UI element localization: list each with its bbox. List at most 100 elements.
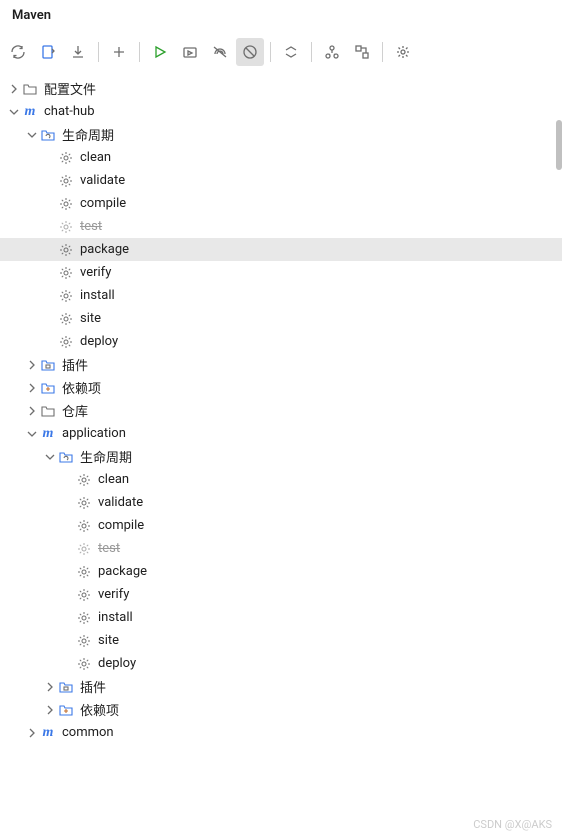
tree-label: chat-hub xyxy=(44,104,95,119)
tree-node-goal-validate[interactable]: validate xyxy=(0,491,562,514)
gear-icon xyxy=(76,541,92,557)
tree-label: 生命周期 xyxy=(80,447,132,466)
tree-node-goal-test[interactable]: test xyxy=(0,215,562,238)
tree-node-goal-deploy[interactable]: deploy xyxy=(0,652,562,675)
tree-label: site xyxy=(80,311,101,326)
generate-sources-button[interactable] xyxy=(34,38,62,66)
chevron-right-icon xyxy=(6,81,22,97)
gear-icon xyxy=(58,150,74,166)
tree-label: test xyxy=(80,219,102,234)
maven-tree: 配置文件 m chat-hub 生命周期 clean validate comp… xyxy=(0,73,562,744)
gear-icon xyxy=(58,311,74,327)
gear-icon xyxy=(76,610,92,626)
add-button[interactable] xyxy=(105,38,133,66)
chevron-spacer xyxy=(60,495,76,511)
folder-icon xyxy=(22,81,38,97)
chevron-spacer xyxy=(60,610,76,626)
run-config-button[interactable] xyxy=(176,38,204,66)
tree-label: deploy xyxy=(98,656,136,671)
tree-label: clean xyxy=(80,150,111,165)
chevron-spacer xyxy=(42,196,58,212)
tree-node-goal-validate[interactable]: validate xyxy=(0,169,562,192)
settings-button[interactable] xyxy=(389,38,417,66)
tree-node-goal-site[interactable]: site xyxy=(0,629,562,652)
maven-module-icon: m xyxy=(22,104,38,120)
offline-button[interactable] xyxy=(206,38,234,66)
tree-label: package xyxy=(98,564,147,579)
run-button[interactable] xyxy=(146,38,174,66)
gear-icon xyxy=(76,633,92,649)
tree-node-module-common[interactable]: m common xyxy=(0,721,562,744)
chevron-spacer xyxy=(60,541,76,557)
tree-node-root[interactable]: m chat-hub xyxy=(0,100,562,123)
tree-node-dependencies[interactable]: 依赖项 xyxy=(0,698,562,721)
tree-node-goal-verify[interactable]: verify xyxy=(0,261,562,284)
tree-label: 插件 xyxy=(62,355,88,374)
chevron-spacer xyxy=(60,587,76,603)
tree-node-goal-clean[interactable]: clean xyxy=(0,468,562,491)
tree-label: site xyxy=(98,633,119,648)
tree-node-plugins[interactable]: 插件 xyxy=(0,675,562,698)
toolbar-separator xyxy=(382,42,383,62)
scrollbar[interactable] xyxy=(556,120,562,170)
gear-icon xyxy=(76,587,92,603)
chevron-down-icon xyxy=(42,449,58,465)
tree-node-lifecycle[interactable]: 生命周期 xyxy=(0,123,562,146)
skip-tests-button[interactable] xyxy=(236,38,264,66)
tree-label: install xyxy=(98,610,133,625)
tree-node-module-application[interactable]: m application xyxy=(0,422,562,445)
tree-label: 配置文件 xyxy=(44,79,96,98)
gear-icon xyxy=(58,196,74,212)
tree-node-goal-verify[interactable]: verify xyxy=(0,583,562,606)
chevron-spacer xyxy=(42,242,58,258)
plugin-folder-icon xyxy=(40,357,56,373)
toolbar-separator xyxy=(98,42,99,62)
tree-node-goal-clean[interactable]: clean xyxy=(0,146,562,169)
tree-node-goal-compile[interactable]: compile xyxy=(0,192,562,215)
chevron-down-icon xyxy=(24,127,40,143)
tree-node-goal-install[interactable]: install xyxy=(0,606,562,629)
chevron-spacer xyxy=(60,564,76,580)
tree-node-repositories[interactable]: 仓库 xyxy=(0,399,562,422)
chevron-down-icon xyxy=(24,426,40,442)
refresh-button[interactable] xyxy=(4,38,32,66)
tree-label: verify xyxy=(80,265,111,280)
tree-node-goal-install[interactable]: install xyxy=(0,284,562,307)
tree-node-dependencies[interactable]: 依赖项 xyxy=(0,376,562,399)
tree-label: application xyxy=(62,426,126,441)
tree-label: test xyxy=(98,541,120,556)
tree-node-profiles[interactable]: 配置文件 xyxy=(0,77,562,100)
tree-node-lifecycle[interactable]: 生命周期 xyxy=(0,445,562,468)
download-button[interactable] xyxy=(64,38,92,66)
chevron-spacer xyxy=(42,265,58,281)
chevron-spacer xyxy=(60,633,76,649)
tree-node-goal-package[interactable]: package xyxy=(0,238,562,261)
chevron-spacer xyxy=(42,334,58,350)
show-diagram-button[interactable] xyxy=(348,38,376,66)
chevron-spacer xyxy=(42,219,58,235)
gear-icon xyxy=(58,265,74,281)
chevron-spacer xyxy=(42,288,58,304)
cycle-folder-icon xyxy=(58,449,74,465)
toolbar xyxy=(0,32,562,73)
tree-node-goal-test[interactable]: test xyxy=(0,537,562,560)
maven-module-icon: m xyxy=(40,725,56,741)
tree-label: compile xyxy=(80,196,126,211)
chevron-spacer xyxy=(60,656,76,672)
tree-node-goal-deploy[interactable]: deploy xyxy=(0,330,562,353)
tree-node-plugins[interactable]: 插件 xyxy=(0,353,562,376)
chevron-spacer xyxy=(42,311,58,327)
tree-label: verify xyxy=(98,587,129,602)
tree-label: validate xyxy=(98,495,143,510)
collapse-button[interactable] xyxy=(277,38,305,66)
toolbar-separator xyxy=(311,42,312,62)
tree-node-goal-package[interactable]: package xyxy=(0,560,562,583)
deps-folder-icon xyxy=(40,380,56,396)
show-deps-button[interactable] xyxy=(318,38,346,66)
toolbar-separator xyxy=(139,42,140,62)
gear-icon xyxy=(76,518,92,534)
tree-node-goal-compile[interactable]: compile xyxy=(0,514,562,537)
tree-node-goal-site[interactable]: site xyxy=(0,307,562,330)
chevron-right-icon xyxy=(24,403,40,419)
tree-label: install xyxy=(80,288,115,303)
